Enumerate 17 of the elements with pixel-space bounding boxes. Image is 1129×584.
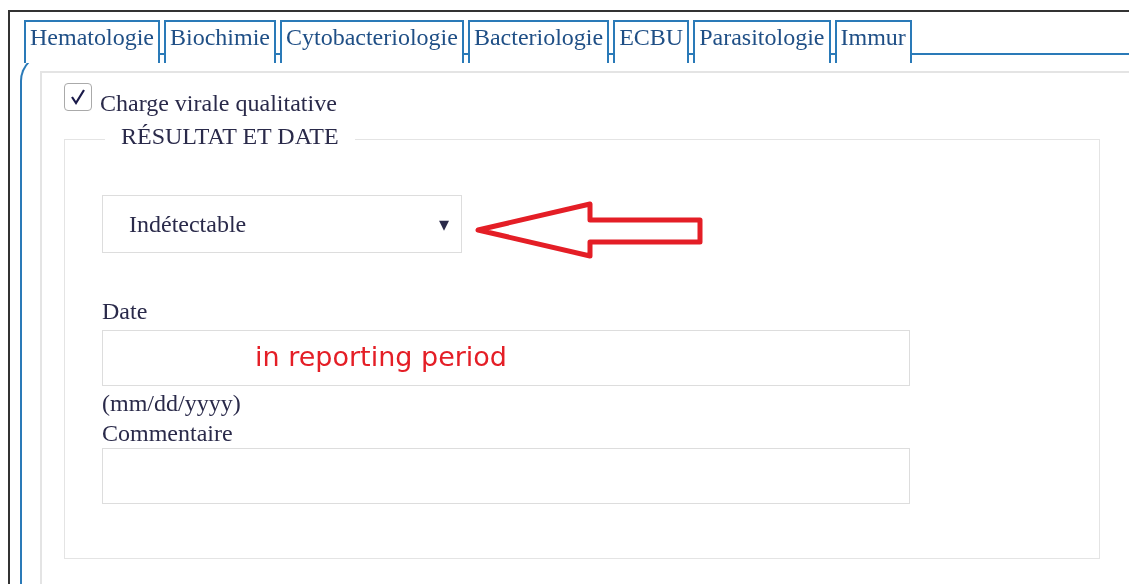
date-format-hint: (mm/dd/yyyy) — [102, 389, 241, 418]
checkbox[interactable] — [64, 83, 92, 111]
tab[interactable]: Cytobacteriologie — [279, 20, 464, 63]
tab[interactable]: Bacteriologie — [467, 20, 610, 63]
field-label: Date — [102, 297, 148, 326]
tab[interactable]: Parasitologie — [693, 20, 831, 63]
tab[interactable]: Hematologie — [24, 20, 160, 63]
tab[interactable]: Immur — [834, 20, 912, 63]
annotation-text: in reporting period — [255, 341, 507, 372]
check-icon — [68, 87, 88, 107]
result-dropdown[interactable]: Indétectable ▾ — [102, 195, 462, 253]
date-field[interactable]: in reporting period — [102, 330, 910, 386]
field-label: Commentaire — [102, 419, 233, 448]
tab[interactable]: ECBU — [613, 20, 690, 63]
checkbox-label: Charge virale qualitative — [100, 90, 337, 117]
comment-field[interactable] — [102, 448, 910, 504]
tab[interactable]: Biochimie — [163, 20, 276, 63]
